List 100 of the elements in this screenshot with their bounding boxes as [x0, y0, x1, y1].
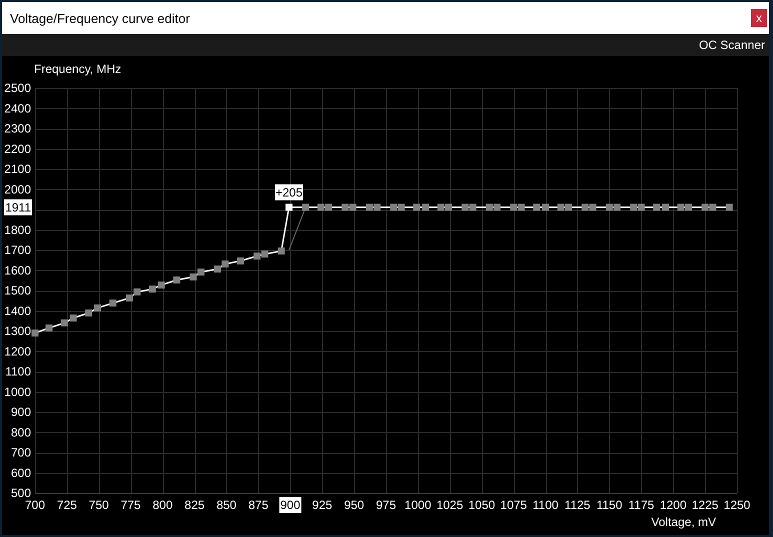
curve-point[interactable]	[494, 204, 501, 211]
y-tick-label: 600	[10, 466, 31, 480]
curve-point[interactable]	[606, 204, 613, 211]
curve-point[interactable]	[94, 304, 102, 312]
curve-point[interactable]	[422, 204, 430, 211]
curve-point[interactable]	[486, 204, 493, 211]
curve-point[interactable]	[317, 204, 324, 211]
curve-point[interactable]	[445, 204, 452, 211]
curve-point[interactable]	[437, 204, 444, 211]
x-axis-title: Voltage, mV	[651, 515, 716, 529]
curve-point[interactable]	[589, 204, 596, 211]
curve-point[interactable]	[190, 273, 197, 280]
curve-point[interactable]	[85, 309, 92, 316]
y-tick-label: 2200	[4, 142, 31, 156]
curve-point[interactable]	[702, 204, 709, 211]
curve-point[interactable]	[278, 248, 285, 254]
y-tick-label: 1300	[4, 324, 31, 338]
close-button[interactable]: x	[751, 9, 767, 27]
curve-point[interactable]	[254, 252, 261, 260]
curve-point[interactable]	[542, 204, 550, 211]
curve-point[interactable]	[214, 266, 222, 273]
curve-point[interactable]	[533, 204, 540, 211]
y-tick-label: 1500	[4, 284, 31, 298]
x-tick-label: 875	[248, 498, 268, 512]
y-tick-label: 2500	[4, 81, 31, 95]
curve-point[interactable]	[342, 204, 349, 211]
curve-point[interactable]	[398, 204, 405, 211]
x-tick-label: 1250	[724, 498, 750, 512]
curve-point[interactable]	[46, 324, 53, 332]
y-tick-label: 1100	[5, 364, 31, 378]
curve-point[interactable]	[349, 204, 356, 211]
curve-point[interactable]	[582, 204, 589, 211]
curve-point[interactable]	[462, 204, 469, 211]
curve-point[interactable]	[32, 330, 38, 337]
y-tick-label: 1700	[4, 243, 31, 257]
curve-point[interactable]	[413, 204, 420, 211]
selected-point[interactable]	[286, 204, 292, 211]
y-tick-label: 1000	[4, 384, 31, 399]
curve-point[interactable]	[510, 204, 518, 211]
curve-point[interactable]	[261, 250, 268, 258]
x-tick-label: 1150	[596, 498, 622, 512]
x-tick-label: 700	[24, 498, 46, 512]
y-tick-label: 2400	[4, 101, 31, 116]
window-title: Voltage/Frequency curve editor	[10, 10, 190, 26]
curve-point[interactable]	[222, 260, 229, 268]
curve-point[interactable]	[638, 204, 645, 211]
curve-point[interactable]	[60, 319, 68, 326]
curve-point[interactable]	[325, 204, 332, 211]
curve-point[interactable]	[134, 288, 141, 296]
curve-point[interactable]	[173, 276, 180, 284]
curve-point[interactable]	[109, 300, 116, 307]
curve-point[interactable]	[518, 204, 525, 211]
y-tick-label: 2300	[4, 122, 31, 136]
x-tick-label: 1100	[532, 498, 558, 512]
toolbar-item[interactable]: OC Scanner	[698, 38, 765, 52]
curve-point[interactable]	[126, 294, 133, 302]
curve-point[interactable]	[148, 286, 156, 293]
y-tick-label: 1800	[4, 222, 31, 237]
x-tick-label: 825	[184, 498, 205, 512]
x-tick-label: 1000	[404, 498, 432, 512]
curve-point[interactable]	[70, 314, 77, 322]
y-tick-label: 1400	[4, 304, 31, 318]
x-tick-label: 1050	[468, 498, 496, 512]
x-tick-label: 950	[344, 498, 364, 512]
x-tick-label: 850	[216, 498, 236, 512]
y-tick-label: 1911	[4, 199, 32, 216]
curve-point[interactable]	[374, 204, 381, 211]
curve-point[interactable]	[630, 204, 638, 211]
x-tick-label: 800	[152, 498, 173, 512]
curve-point[interactable]	[366, 204, 373, 211]
curve-point[interactable]	[709, 204, 716, 211]
y-tick-label: 700	[10, 446, 31, 460]
curve-point[interactable]	[726, 204, 733, 211]
y-tick-label: 500	[10, 486, 31, 500]
y-axis-title: Frequency, MHz	[34, 62, 122, 76]
curve-point[interactable]	[653, 204, 660, 211]
x-tick-label: 1125	[564, 498, 590, 512]
offset-label: +205	[275, 184, 303, 200]
curve-point[interactable]	[197, 268, 204, 276]
curve-point[interactable]	[302, 204, 310, 211]
x-tick-label: 750	[88, 498, 109, 512]
curve-point[interactable]	[390, 204, 398, 211]
x-tick-label: 1075	[500, 498, 527, 512]
x-tick-label: 925	[312, 498, 332, 512]
x-tick-label: 900	[279, 497, 302, 513]
x-tick-label: 725	[56, 498, 77, 512]
curve-point[interactable]	[557, 204, 564, 211]
curve-point[interactable]	[565, 204, 572, 211]
x-tick-label: 975	[376, 498, 396, 512]
x-tick-label: 1225	[692, 498, 718, 512]
curve-point[interactable]	[614, 204, 621, 211]
curve-point[interactable]	[469, 204, 476, 211]
curve-point[interactable]	[158, 282, 165, 289]
y-tick-label: 1600	[4, 263, 31, 278]
curve-point[interactable]	[662, 204, 670, 211]
y-tick-label: 1200	[4, 344, 31, 358]
curve-point[interactable]	[237, 257, 244, 264]
curve-point[interactable]	[677, 204, 684, 211]
y-tick-label: 900	[10, 405, 31, 419]
y-tick-label: 800	[10, 425, 31, 440]
